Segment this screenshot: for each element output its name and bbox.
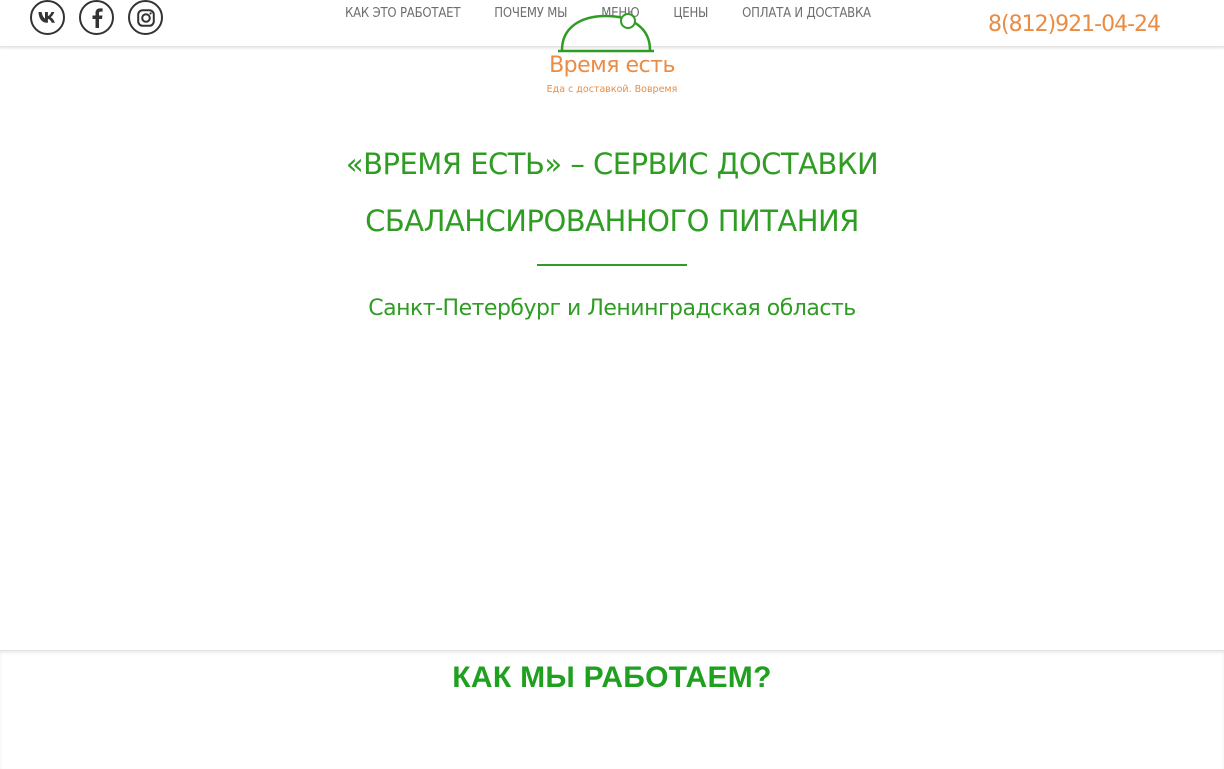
instagram-icon bbox=[136, 8, 155, 27]
social-links bbox=[30, 0, 163, 35]
vk-icon bbox=[38, 12, 55, 23]
instagram-button[interactable] bbox=[128, 0, 163, 35]
logo[interactable]: Время есть Еда с доставкой. Вовремя bbox=[536, 6, 688, 98]
hero-title-line-2: СБАЛАНСИРОВАННОГО ПИТАНИЯ bbox=[365, 204, 859, 238]
section-title: КАК МЫ РАБОТАЕМ? bbox=[452, 661, 772, 694]
hero-divider bbox=[537, 264, 687, 266]
nav-item-payment-delivery[interactable]: ОПЛАТА И ДОСТАВКА bbox=[742, 6, 871, 21]
hero-subtitle: Санкт-Петербург и Ленинградская область bbox=[368, 296, 856, 321]
logo-name: Время есть bbox=[549, 53, 675, 78]
hero-title: «ВРЕМЯ ЕСТЬ» – СЕРВИС ДОСТАВКИ СБАЛАНСИР… bbox=[212, 136, 1012, 250]
logo-tagline: Еда с доставкой. Вовремя bbox=[546, 84, 678, 95]
nav-item-how-it-works[interactable]: КАК ЭТО РАБОТАЕТ bbox=[345, 6, 460, 21]
phone-link[interactable]: 8(812)921-04-24 bbox=[988, 12, 1161, 37]
how-we-work-section: КАК МЫ РАБОТАЕМ? bbox=[0, 650, 1224, 769]
hero-title-line-1: «ВРЕМЯ ЕСТЬ» – СЕРВИС ДОСТАВКИ bbox=[345, 147, 879, 181]
cloche-icon bbox=[558, 13, 654, 53]
facebook-icon bbox=[92, 7, 103, 28]
vk-button[interactable] bbox=[30, 0, 65, 35]
facebook-button[interactable] bbox=[79, 0, 114, 35]
